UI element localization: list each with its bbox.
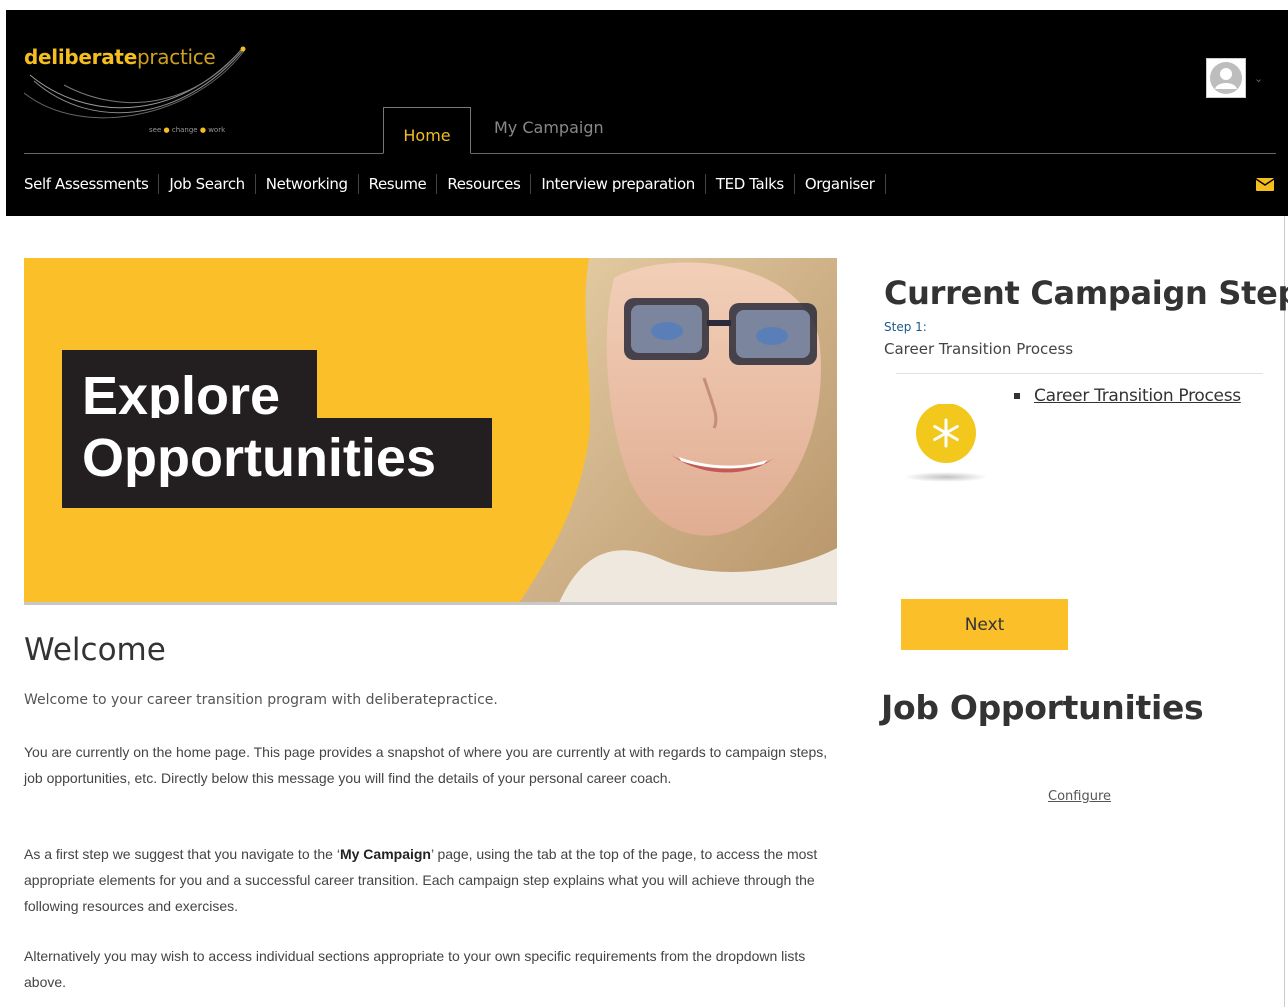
welcome-intro: Welcome to your career transition progra… — [24, 692, 498, 708]
nav-self-assessments[interactable]: Self Assessments — [24, 174, 160, 194]
nav-resources[interactable]: Resources — [437, 174, 532, 194]
step-number-label: Step 1: — [884, 320, 927, 334]
banner-line-opportunities: Opportunities — [62, 418, 492, 508]
asterisk-icon — [904, 404, 988, 482]
brand-logo[interactable]: deliberatepractice see ● change ● work — [24, 45, 254, 145]
tab-home[interactable]: Home — [383, 107, 471, 154]
nav-organiser[interactable]: Organiser — [795, 174, 886, 194]
banner-shadow — [24, 602, 837, 605]
bullet-icon — [1014, 393, 1020, 399]
welcome-title: Welcome — [24, 632, 166, 668]
nav-networking[interactable]: Networking — [256, 174, 359, 194]
logo-wordmark: deliberatepractice — [24, 45, 216, 69]
nav-interview-preparation[interactable]: Interview preparation — [531, 174, 706, 194]
logo-tagline: see ● change ● work — [149, 126, 226, 134]
site-header: deliberatepractice see ● change ● work ⌄… — [6, 10, 1288, 216]
envelope-icon[interactable] — [1256, 178, 1274, 191]
job-opportunities-title: Job Opportunities — [881, 688, 1204, 727]
nav-ted-talks[interactable]: TED Talks — [706, 174, 795, 194]
welcome-paragraph-3: Alternatively you may wish to access ind… — [24, 948, 806, 990]
tab-divider — [24, 153, 1276, 154]
user-menu[interactable]: ⌄ — [1206, 58, 1263, 98]
step-divider — [896, 373, 1263, 374]
woman-portrait-image — [519, 258, 837, 603]
nav-job-search[interactable]: Job Search — [159, 174, 256, 194]
hero-banner: Explore Opportunities — [24, 258, 837, 603]
banner-line-explore: Explore — [62, 350, 317, 422]
tab-my-campaign[interactable]: My Campaign — [494, 118, 604, 137]
current-campaign-step-title: Current Campaign Step — [884, 274, 1288, 312]
user-avatar-icon[interactable] — [1206, 58, 1246, 98]
next-button[interactable]: Next — [901, 599, 1068, 650]
step-name: Career Transition Process — [884, 340, 1074, 358]
configure-link[interactable]: Configure — [1048, 789, 1111, 804]
nav-resume[interactable]: Resume — [359, 174, 438, 194]
welcome-paragraph-2: As a first step we suggest that you navi… — [24, 846, 818, 914]
content-border — [1284, 216, 1285, 1007]
chevron-down-icon[interactable]: ⌄ — [1254, 72, 1263, 85]
main-nav: Self Assessments Job Search Networking R… — [24, 174, 886, 194]
career-transition-process-link[interactable]: Career Transition Process — [1034, 386, 1241, 406]
step-resource-list-item: Career Transition Process — [1014, 386, 1241, 406]
welcome-paragraph-1: You are currently on the home page. This… — [24, 744, 828, 786]
